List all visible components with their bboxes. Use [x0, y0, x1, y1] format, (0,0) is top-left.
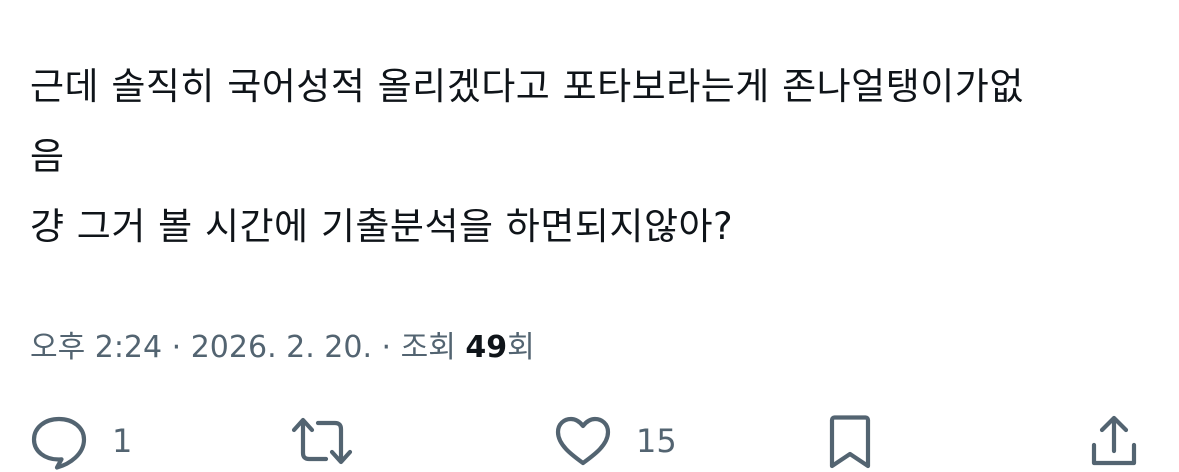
- views-count: 49: [465, 330, 508, 365]
- views-suffix: 회: [507, 330, 535, 365]
- tweet-text: 근데 솔직히 국어성적 올리겠다고 포타보라는게 존나얼탱이가없 음 걍 그거 …: [30, 52, 1155, 262]
- share-button[interactable]: [1084, 410, 1144, 472]
- tweet-meta: 오후 2:24 · 2026. 2. 20. · 조회 49회: [30, 326, 535, 370]
- retweet-button[interactable]: [286, 410, 358, 472]
- bookmark-icon: [824, 411, 876, 471]
- tweet-time[interactable]: 오후 2:24: [30, 330, 162, 365]
- share-icon: [1084, 411, 1144, 471]
- views-label: 조회: [400, 330, 456, 365]
- action-bar: 1 15: [0, 410, 1179, 472]
- tweet-line: 음: [30, 135, 65, 178]
- like-icon: [552, 411, 614, 471]
- bookmark-button[interactable]: [824, 410, 876, 472]
- reply-icon: [28, 411, 90, 471]
- reply-button[interactable]: 1: [28, 410, 132, 472]
- meta-separator: ·: [162, 330, 191, 365]
- like-count: 15: [636, 422, 677, 460]
- meta-separator: ·: [372, 330, 401, 365]
- tweet-line: 근데 솔직히 국어성적 올리겠다고 포타보라는게 존나얼탱이가없: [30, 65, 1024, 108]
- retweet-icon: [286, 411, 358, 471]
- tweet-line: 걍 그거 볼 시간에 기출분석을 하면되지않아?: [30, 205, 734, 248]
- tweet-date[interactable]: 2026. 2. 20.: [191, 330, 372, 365]
- like-button[interactable]: 15: [552, 410, 677, 472]
- reply-count: 1: [112, 422, 133, 460]
